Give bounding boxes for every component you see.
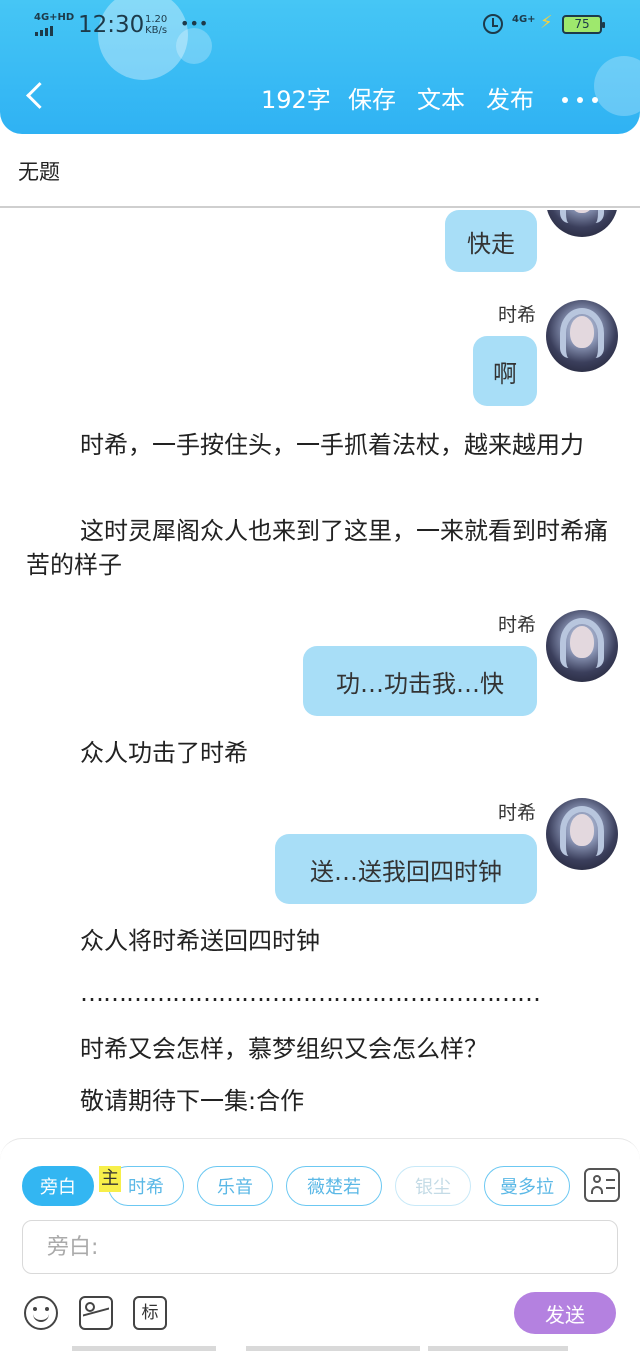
narration-ellipsis[interactable]: …………………………………………………… [26, 976, 616, 1010]
back-button[interactable] [22, 80, 52, 114]
character-list-icon[interactable] [584, 1168, 620, 1202]
character-avatar[interactable] [546, 610, 618, 682]
narration-text[interactable]: 众人将时希送回四时钟 [26, 924, 616, 958]
message-bubble[interactable]: 快走 [445, 210, 537, 272]
narration-text[interactable]: 时希，一手按住头，一手抓着法杖，越来越用力 [26, 428, 616, 462]
status-bar: 4G+HD 12:30 1.20 KB/s ••• 4G+ ⚡ 75 [0, 0, 640, 52]
network-type-right: 4G+ [512, 14, 536, 25]
character-avatar[interactable] [546, 210, 618, 237]
image-icon[interactable] [79, 1296, 113, 1330]
message-bubble[interactable]: 送…送我回四时钟 [275, 834, 537, 904]
speed-value: 1.20 [145, 14, 168, 25]
story-title: 无题 [18, 160, 60, 184]
bottom-bar-segment [72, 1346, 216, 1351]
speaker-name: 时希 [497, 614, 536, 636]
narration-text[interactable]: 这时灵犀阁众人也来到了这里，一来就看到时希痛苦的样子 [26, 514, 616, 582]
alarm-icon [483, 14, 503, 34]
message-input-wrapper [22, 1220, 618, 1274]
bottom-bar-segment [428, 1346, 568, 1351]
message-bubble[interactable]: 啊 [473, 336, 537, 406]
character-chip-weichuruo[interactable]: 薇楚若 [286, 1166, 382, 1206]
message-input[interactable] [23, 1221, 617, 1273]
signal-icon [35, 26, 53, 36]
character-chip-manduola[interactable]: 曼多拉 [484, 1166, 570, 1206]
character-chip-yueyin[interactable]: 乐音 [197, 1166, 273, 1206]
app-header: 4G+HD 12:30 1.20 KB/s ••• 4G+ ⚡ 75 192字 … [0, 0, 640, 134]
main-character-badge: 主 [99, 1166, 121, 1192]
character-chip-yinchen[interactable]: 银尘 [395, 1166, 471, 1206]
more-notifications-icon: ••• [180, 14, 209, 33]
publish-button[interactable]: 发布 [486, 84, 534, 116]
message-bubble[interactable]: 功…功击我…快 [303, 646, 537, 716]
emoji-icon[interactable] [24, 1296, 58, 1330]
more-options-icon[interactable] [560, 84, 600, 116]
tag-button[interactable]: 标 [133, 1296, 167, 1330]
text-button[interactable]: 文本 [417, 84, 465, 116]
network-speed: 1.20 KB/s [145, 14, 167, 36]
speaker-name: 时希 [497, 304, 536, 326]
send-button[interactable]: 发送 [514, 1292, 616, 1334]
network-type: 4G+HD [34, 12, 75, 23]
narration-text[interactable]: 众人功击了时希 [26, 736, 616, 770]
speaker-name: 时希 [497, 802, 536, 824]
story-title-bar[interactable]: 无题 [0, 134, 640, 208]
decorative-bubble [594, 56, 640, 116]
character-avatar[interactable] [546, 798, 618, 870]
narration-text[interactable]: 时希又会怎样，慕梦组织又会怎么样？ [26, 1032, 616, 1066]
character-avatar[interactable] [546, 300, 618, 372]
save-button[interactable]: 保存 [348, 84, 396, 116]
word-count: 192字 [261, 86, 331, 114]
battery-icon: 75 [562, 15, 605, 34]
character-chip-narrator[interactable]: 旁白 [22, 1166, 94, 1206]
charging-icon: ⚡ [540, 12, 553, 33]
story-content[interactable]: 快走 时希 啊 时希，一手按住头，一手抓着法杖，越来越用力 这时灵犀阁众人也来到… [0, 210, 640, 1140]
speed-unit: KB/s [145, 25, 168, 36]
clock: 12:30 [78, 12, 145, 38]
bottom-bar-segment [246, 1346, 420, 1351]
narration-text[interactable]: 敬请期待下一集:合作 [26, 1084, 616, 1118]
